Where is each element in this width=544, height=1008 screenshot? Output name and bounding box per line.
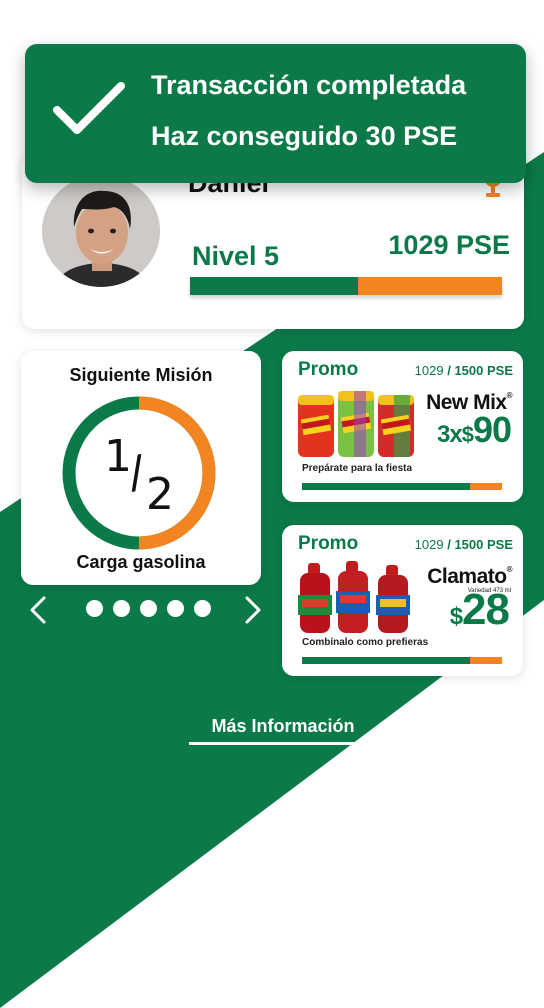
toast-reward-value: 30 PSE (365, 121, 458, 151)
transaction-toast[interactable]: Transacción completada Haz conseguido 30… (25, 44, 526, 183)
more-info-link[interactable]: Más Información (189, 716, 377, 737)
chevron-left-icon[interactable] (28, 596, 48, 624)
level-progress-bar (190, 277, 502, 295)
toast-title: Transacción completada (151, 70, 467, 100)
mission-title: Siguiente Misión (69, 365, 213, 385)
promo-separator: / (447, 537, 451, 552)
promo-current-points: 1029 (414, 537, 444, 552)
mission-progress-total: 2 (146, 469, 174, 520)
carousel-dot[interactable] (194, 600, 211, 617)
promo-points-progress: 1029 / 1500 PSE (415, 537, 513, 552)
promo-price-value: 90 (472, 409, 512, 450)
promo-tagline: Combínalo como prefieras (302, 637, 429, 648)
mission-task: Carga gasolina (76, 552, 206, 572)
registered-mark: ® (506, 391, 513, 400)
carousel-dots (86, 600, 211, 618)
carousel-dot[interactable] (113, 600, 130, 617)
promo-currency: $ (449, 603, 463, 630)
promo-tagline: Prepárate para la fiesta (302, 463, 413, 474)
promo-points-progress: 1029 / 1500 PSE (415, 363, 513, 378)
clamato-bottles-image (298, 561, 410, 633)
promo-price: $28 (449, 585, 510, 635)
promo-card-clamato[interactable]: Promo 1029 / 1500 PSE Clamato® Variedad … (282, 525, 523, 676)
more-info-underline (189, 742, 377, 745)
promo-price: 3x$90 (437, 409, 512, 451)
promo-title: Promo (298, 533, 359, 554)
promo-separator: / (447, 363, 451, 378)
chevron-right-icon[interactable] (243, 596, 263, 624)
new-mix-cans-image (298, 391, 414, 457)
promo-current-points: 1029 (414, 363, 444, 378)
checkmark-icon (53, 82, 125, 134)
promo-progress-bar (302, 657, 502, 664)
promo-progress-fill (302, 483, 470, 490)
promo-progress-fill (302, 657, 470, 664)
level-progress-fill (190, 277, 359, 295)
promo-goal-points: 1500 PSE (454, 537, 513, 552)
carousel-dot[interactable] (140, 600, 157, 617)
promo-quantity: 3x (437, 421, 463, 448)
registered-mark: ® (506, 565, 513, 574)
carousel-dot[interactable] (167, 600, 184, 617)
points-label: 1029 PSE (388, 230, 510, 260)
promo-currency: $ (461, 422, 474, 447)
toast-message-prefix: Haz conseguido (151, 121, 359, 151)
promo-progress-bar (302, 483, 502, 490)
carousel-dot[interactable] (86, 600, 103, 617)
promo-goal-points: 1500 PSE (454, 363, 513, 378)
level-label: Nivel 5 (192, 241, 280, 271)
toast-message: Haz conseguido 30 PSE (151, 121, 457, 152)
promo-price-value: 28 (462, 585, 510, 634)
promo-card-new-mix[interactable]: Promo 1029 / 1500 PSE New Mix® 3x$90 Pre… (282, 351, 523, 502)
avatar-photo (42, 175, 160, 287)
mission-card[interactable]: Siguiente Misión 1 / 2 Carga gasolina (21, 351, 261, 585)
promo-title: Promo (298, 359, 359, 380)
avatar[interactable] (42, 175, 160, 287)
